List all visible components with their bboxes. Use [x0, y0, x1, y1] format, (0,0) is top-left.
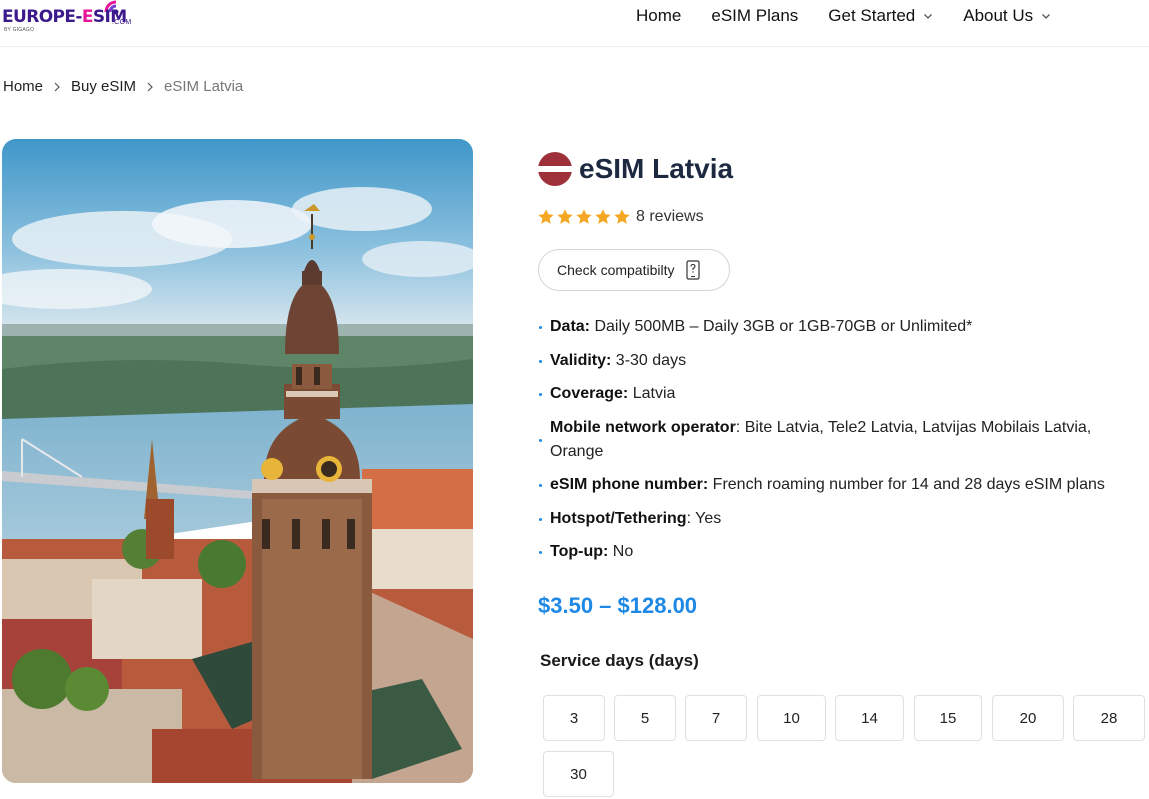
star-icon	[557, 209, 573, 224]
feature-list: Data: Daily 500MB – Daily 3GB or 1GB-70G…	[538, 315, 1138, 574]
breadcrumb-current: eSIM Latvia	[164, 78, 244, 95]
breadcrumb-buy-esim[interactable]: Buy eSIM	[71, 78, 136, 95]
service-day-option[interactable]: 30	[543, 751, 614, 797]
feature-validity: Validity: 3-30 days	[538, 349, 1138, 373]
check-compatibility-button[interactable]: Check compatibilty	[538, 249, 730, 291]
nav-home[interactable]: Home	[636, 6, 681, 26]
product-title: eSIM Latvia	[579, 153, 734, 184]
site-header: EUROPE-ESIM .COM BY GIGAGO Home eSIM Pla…	[0, 0, 1149, 47]
feature-hotspot: Hotspot/Tethering: Yes	[538, 507, 1138, 531]
feature-phone-number: eSIM phone number: French roaming number…	[538, 473, 1138, 497]
nav-get-started[interactable]: Get Started	[828, 6, 933, 26]
check-compatibility-label: Check compatibilty	[557, 262, 675, 278]
main-nav: Home eSIM Plans Get Started About Us	[636, 6, 1081, 26]
site-logo[interactable]: EUROPE-ESIM .COM BY GIGAGO	[2, 0, 132, 34]
star-icon	[595, 209, 611, 224]
chevron-right-icon	[147, 82, 153, 91]
feature-topup: Top-up: No	[538, 540, 1138, 564]
nav-about-us[interactable]: About Us	[963, 6, 1051, 26]
product-image	[2, 139, 473, 783]
chevron-down-icon	[1042, 14, 1051, 19]
service-day-option[interactable]: 14	[835, 695, 904, 741]
star-icon	[614, 209, 630, 224]
star-icon	[576, 209, 592, 224]
breadcrumb: Home Buy eSIM eSIM Latvia	[3, 78, 243, 95]
feature-network-operator: Mobile network operator: Bite Latvia, Te…	[538, 416, 1138, 464]
service-day-option[interactable]: 10	[757, 695, 826, 741]
phone-question-icon	[685, 260, 700, 280]
service-day-option[interactable]: 5	[614, 695, 676, 741]
product-title-row: eSIM Latvia	[538, 152, 733, 186]
logo-wordmark: EUROPE-ESIM	[2, 7, 127, 27]
logo-by: BY GIGAGO	[4, 27, 35, 33]
service-day-option[interactable]: 7	[685, 695, 747, 741]
star-icon	[538, 209, 554, 224]
service-day-option[interactable]: 3	[543, 695, 605, 741]
chevron-right-icon	[54, 82, 60, 91]
price-range: $3.50 – $128.00	[538, 593, 698, 618]
latvia-flag-icon	[538, 152, 572, 186]
nav-esim-plans[interactable]: eSIM Plans	[711, 6, 798, 26]
feature-data: Data: Daily 500MB – Daily 3GB or 1GB-70G…	[538, 315, 1138, 339]
service-day-option[interactable]: 15	[914, 695, 982, 741]
service-days-label: Service days (days)	[540, 651, 699, 670]
logo-com: .COM	[112, 19, 132, 26]
review-count[interactable]: 8 reviews	[636, 208, 704, 226]
breadcrumb-home[interactable]: Home	[3, 78, 43, 95]
chevron-down-icon	[924, 14, 933, 19]
feature-coverage: Coverage: Latvia	[538, 382, 1138, 406]
service-day-option[interactable]: 28	[1073, 695, 1145, 741]
rating[interactable]: 8 reviews	[537, 208, 704, 226]
service-day-option[interactable]: 20	[992, 695, 1064, 741]
